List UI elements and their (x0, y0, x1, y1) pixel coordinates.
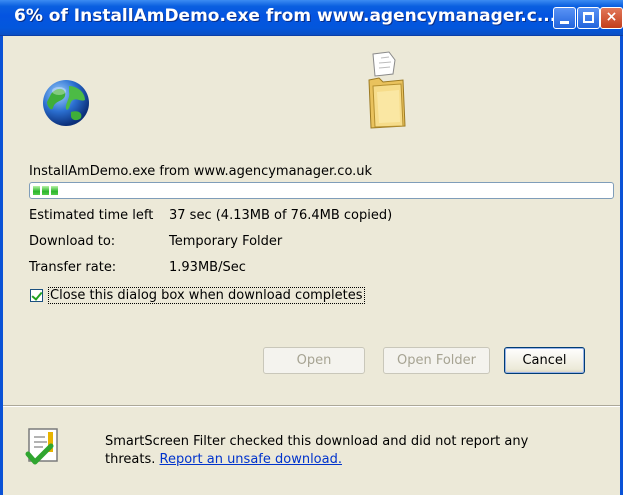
download-to-value: Temporary Folder (169, 234, 283, 249)
progress-segment (33, 186, 40, 195)
smartscreen-check-icon (25, 428, 58, 465)
globe-icon (43, 80, 89, 126)
estimated-time-value: 37 sec (4.13MB of 76.4MB copied) (169, 208, 393, 223)
close-when-done-checkbox[interactable] (30, 289, 43, 302)
close-icon: × (605, 9, 618, 25)
title-bar[interactable]: 6% of InstallAmDemo.exe from www.agencym… (0, 0, 623, 36)
smartscreen-message: SmartScreen Filter checked this download… (105, 433, 565, 469)
estimated-time-label: Estimated time left (29, 208, 154, 223)
close-button[interactable]: × (600, 7, 623, 29)
maximize-button[interactable] (577, 7, 600, 29)
dialog-body: InstallAmDemo.exe from www.agencymanager… (0, 36, 623, 495)
download-filename: InstallAmDemo.exe from www.agencymanager… (29, 164, 373, 179)
progress-segment (42, 186, 49, 195)
open-button[interactable]: Open (263, 347, 365, 374)
cancel-button[interactable]: Cancel (504, 347, 585, 374)
window-title: 6% of InstallAmDemo.exe from www.agencym… (14, 6, 557, 26)
close-when-done-label[interactable]: Close this dialog box when download comp… (48, 287, 365, 304)
transfer-rate-label: Transfer rate: (29, 260, 117, 275)
divider-highlight (3, 406, 620, 407)
progress-segment (51, 186, 58, 195)
transfer-rate-value: 1.93MB/Sec (169, 260, 246, 275)
report-unsafe-download-link[interactable]: Report an unsafe download. (160, 452, 342, 467)
download-progress-bar (29, 182, 614, 199)
download-dialog: 6% of InstallAmDemo.exe from www.agencym… (0, 0, 623, 495)
maximize-icon (583, 12, 594, 23)
open-folder-button[interactable]: Open Folder (383, 347, 490, 374)
folder-icon (368, 51, 406, 129)
download-to-label: Download to: (29, 234, 116, 249)
minimize-button[interactable] (553, 7, 576, 29)
minimize-icon (560, 21, 569, 24)
